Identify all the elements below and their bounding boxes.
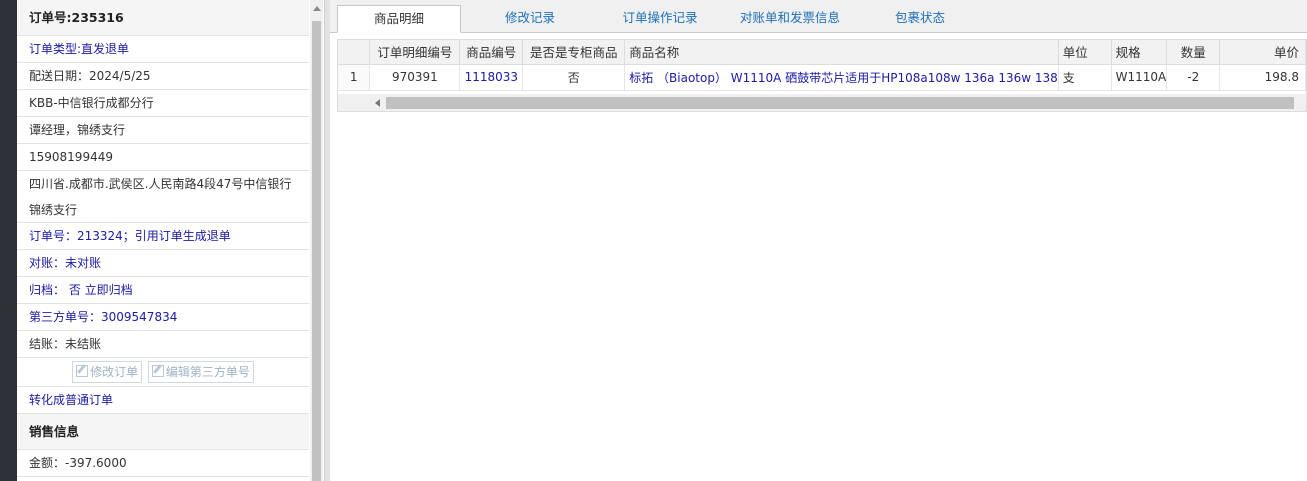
row-index: 1	[338, 64, 371, 91]
product-name-link[interactable]: 标拓 （Biaotop） W1110A 硒鼓带芯片适用于HP108a108w 1…	[624, 64, 1059, 91]
scroll-left-arrow-icon[interactable]	[375, 99, 380, 107]
delivery-address: 四川省.成都市.武侯区.人民南路4段47号中信银行锦绣支行	[17, 171, 309, 223]
edit-icon	[76, 364, 89, 377]
order-type-label: 订单类型:	[29, 42, 82, 56]
sales-amount: 金额：-397.6000	[17, 450, 309, 477]
tab-bar: 商品明细 修改记录 订单操作记录 对账单和发票信息 包裹状态	[330, 0, 1307, 33]
spec-cell: W1110A	[1111, 64, 1168, 91]
detail-area: 商品明细 修改记录 订单操作记录 对账单和发票信息 包裹状态 订单明细编号 商品…	[330, 0, 1307, 481]
order-number-header: 订单号:235316	[17, 0, 309, 36]
phone-number: 15908199449	[17, 144, 309, 171]
tab-product-details[interactable]: 商品明细	[337, 5, 461, 33]
third-party-number: 第三方单号：3009547834	[17, 304, 309, 331]
reconcile-status: 对账：未对账	[17, 250, 309, 277]
order-type-row: 订单类型:直发退单	[17, 36, 309, 63]
col-price-header[interactable]: 单价	[1219, 40, 1306, 65]
customer-name: KBB-中信银行成都分行	[17, 90, 309, 117]
col-counter-header[interactable]: 是否是专柜商品	[522, 40, 626, 65]
table-row[interactable]: 1 970391 1118033 否 标拓 （Biaotop） W1110A 硒…	[338, 64, 1306, 91]
detail-id-cell: 970391	[369, 64, 461, 91]
product-table: 订单明细编号 商品编号 是否是专柜商品 商品名称 单位 规格 数量 单价 1 9…	[338, 40, 1306, 91]
convert-to-normal-link[interactable]: 转化成普通订单	[17, 387, 309, 414]
settle-status: 结账：未结账	[17, 331, 309, 358]
col-name-header[interactable]: 商品名称	[624, 40, 1059, 65]
archive-status[interactable]: 归档： 否 立即归档	[17, 277, 309, 304]
edit-order-button[interactable]: 修改订单	[72, 360, 143, 383]
scroll-up-arrow-icon[interactable]	[313, 6, 321, 11]
col-detail-id-header[interactable]: 订单明细编号	[369, 40, 461, 65]
order-number-label: 订单号:	[29, 10, 72, 25]
col-product-id-header[interactable]: 商品编号	[459, 40, 524, 65]
col-unit-header[interactable]: 单位	[1058, 40, 1112, 65]
col-spec-header[interactable]: 规格	[1111, 40, 1168, 65]
contact-person: 谭经理，锦绣支行	[17, 117, 309, 144]
tab-statement-invoice[interactable]: 对账单和发票信息	[728, 5, 852, 33]
col-index-header	[338, 40, 371, 65]
horizontal-scrollbar-thumb[interactable]	[386, 97, 1294, 109]
order-info-panel: 订单号:235316 订单类型:直发退单 配送日期：2024/5/25 KBB-…	[17, 0, 309, 481]
unit-cell: 支	[1058, 64, 1112, 91]
sales-info-header: 销售信息	[17, 414, 309, 450]
counter-cell: 否	[522, 64, 626, 91]
delivery-date: 配送日期：2024/5/25	[17, 63, 309, 90]
order-type-value: 直发退单	[81, 42, 130, 56]
col-qty-header[interactable]: 数量	[1166, 40, 1221, 65]
tab-package-status[interactable]: 包裹状态	[860, 5, 980, 33]
order-actions: 修改订单 编辑第三方单号	[17, 358, 309, 387]
product-id-link[interactable]: 1118033	[459, 64, 524, 91]
qty-cell: -2	[1166, 64, 1221, 91]
order-number-value: 235316	[71, 10, 124, 25]
grid-header-row: 订单明细编号 商品编号 是否是专柜商品 商品名称 单位 规格 数量 单价	[338, 40, 1306, 65]
scrollbar-thumb[interactable]	[312, 21, 321, 481]
edit-order-label: 修改订单	[90, 364, 139, 379]
price-cell: 198.8	[1219, 64, 1306, 91]
grid-horizontal-scrollbar[interactable]	[338, 94, 1306, 111]
edit-icon	[151, 364, 164, 377]
app-side-strip	[0, 0, 17, 481]
reference-order[interactable]: 订单号：213324；引用订单生成退单	[17, 223, 309, 250]
left-panel-scrollbar[interactable]	[310, 0, 323, 481]
edit-third-party-button[interactable]: 编辑第三方单号	[147, 360, 254, 383]
edit-third-party-label: 编辑第三方单号	[165, 364, 250, 379]
product-grid: 订单明细编号 商品编号 是否是专柜商品 商品名称 单位 规格 数量 单价 1 9…	[337, 39, 1307, 112]
tab-operation-log[interactable]: 订单操作记录	[600, 5, 720, 33]
tab-modify-log[interactable]: 修改记录	[470, 5, 590, 33]
